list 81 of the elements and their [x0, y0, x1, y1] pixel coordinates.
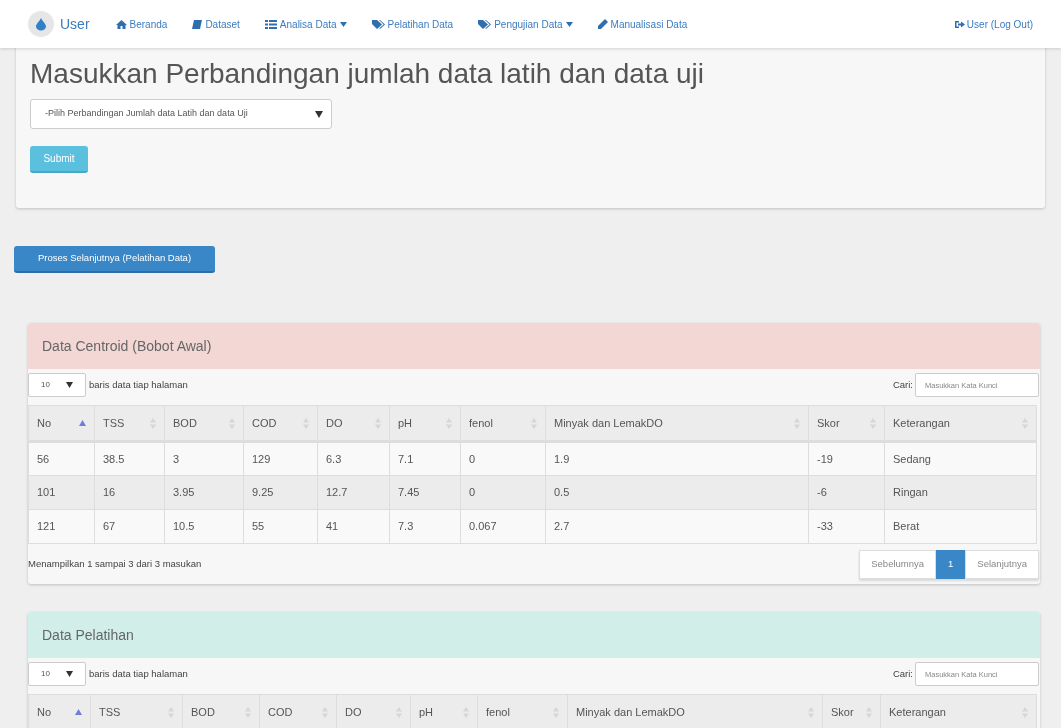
table-cell: -6	[808, 475, 885, 510]
column-header[interactable]: pH	[419, 703, 434, 721]
table-cell: 55	[243, 509, 318, 544]
panel-title: Data Pelatihan	[42, 625, 134, 645]
table-cell: 6.3	[317, 441, 390, 476]
table-cell: 41	[317, 509, 390, 544]
droplet-logo-icon	[28, 11, 54, 37]
logout-link[interactable]: User (Log Out)	[954, 16, 1033, 32]
column-header[interactable]: pH	[398, 414, 413, 432]
column-header[interactable]: TSS	[103, 414, 125, 432]
logout-icon	[954, 19, 965, 29]
book-icon	[192, 19, 203, 29]
nav-link[interactable]: Manualisasi Data	[597, 16, 688, 32]
table-cell: 3	[164, 441, 244, 476]
table-cell: Berat	[884, 509, 1037, 544]
brand-link[interactable]: User	[60, 13, 90, 35]
table-cell: 0	[460, 441, 546, 476]
table-cell: 7.45	[389, 475, 461, 510]
form-title: Masukkan Perbandingan jumlah data latih dan data uji	[30, 58, 705, 90]
table-cell: 9.25	[243, 475, 318, 510]
dropdown-caret-icon	[66, 382, 73, 388]
table-cell: 56	[28, 441, 95, 476]
table-cell: 121	[28, 509, 95, 544]
pagination-button[interactable]: Selanjutnya	[965, 549, 1039, 579]
dropdown-caret-icon	[315, 110, 323, 118]
dropdown-caret-icon	[66, 671, 73, 677]
table-cell: 129	[243, 441, 318, 476]
column-header[interactable]: DO	[345, 703, 362, 721]
table-cell: -19	[808, 441, 885, 476]
table-cell: 3.95	[164, 475, 244, 510]
ratio-select[interactable]: -Pilih Perbandingan Jumlah data Latih dan data Uji	[30, 99, 332, 129]
column-header[interactable]: BOD	[173, 414, 197, 432]
table-cell: 7.3	[389, 509, 461, 544]
tags-icon	[371, 19, 385, 29]
table-cell: 0	[460, 475, 546, 510]
search-label: Cari:	[892, 377, 913, 392]
column-header[interactable]: Keterangan	[889, 703, 946, 721]
table-cell: 2.7	[545, 509, 809, 544]
search-label: Cari:	[892, 666, 913, 681]
column-header[interactable]: No	[37, 703, 52, 721]
page-size-select[interactable]: 10	[28, 662, 86, 686]
table-cell: 38.5	[94, 441, 165, 476]
column-header[interactable]: BOD	[191, 703, 215, 721]
home-icon	[115, 19, 127, 29]
table-cell: 1.9	[545, 441, 809, 476]
page-size-label: baris data tiap halaman	[89, 377, 188, 392]
nav-link[interactable]: Beranda	[115, 16, 168, 32]
table-cell: 67	[94, 509, 165, 544]
table-cell: Sedang	[884, 441, 1037, 476]
nav-link[interactable]: Pelatihan Data	[371, 16, 454, 32]
table-cell: Ringan	[884, 475, 1037, 510]
list-icon	[264, 19, 277, 29]
table-cell: 16	[94, 475, 165, 510]
table-cell: -33	[808, 509, 885, 544]
column-header[interactable]: COD	[252, 414, 277, 432]
pagination-button[interactable]: Sebelumnya	[859, 549, 937, 579]
nav-link[interactable]: Analisa Data	[264, 16, 347, 32]
table-cell: 101	[28, 475, 95, 510]
column-header[interactable]: DO	[326, 414, 343, 432]
column-header[interactable]: fenol	[469, 414, 493, 432]
nav-link[interactable]: Dataset	[192, 16, 240, 32]
column-header[interactable]: Keterangan	[893, 414, 950, 432]
nav-link[interactable]: Pengujian Data	[478, 16, 573, 32]
page-size-label: baris data tiap halaman	[89, 666, 188, 681]
page-size-select[interactable]: 10	[28, 373, 86, 397]
table-cell: 7.1	[389, 441, 461, 476]
column-header[interactable]: COD	[268, 703, 293, 721]
panel-title: Data Centroid (Bobot Awal)	[42, 336, 212, 356]
table-info: Menampilkan 1 sampai 3 dari 3 masukan	[28, 556, 202, 571]
table-cell: 0.067	[460, 509, 546, 544]
page-number-button[interactable]: 1	[936, 549, 966, 579]
table-cell: 12.7	[317, 475, 390, 510]
next-process-button[interactable]: Proses Selanjutnya (Pelatihan Data)	[14, 246, 215, 273]
column-header[interactable]: No	[37, 414, 52, 432]
tags-icon	[478, 19, 492, 29]
column-header[interactable]: Skor	[817, 414, 840, 432]
column-header[interactable]: TSS	[99, 703, 121, 721]
table-cell: 10.5	[164, 509, 244, 544]
pencil-icon	[597, 19, 608, 29]
column-header[interactable]: fenol	[486, 703, 510, 721]
table-cell: 0.5	[545, 475, 809, 510]
